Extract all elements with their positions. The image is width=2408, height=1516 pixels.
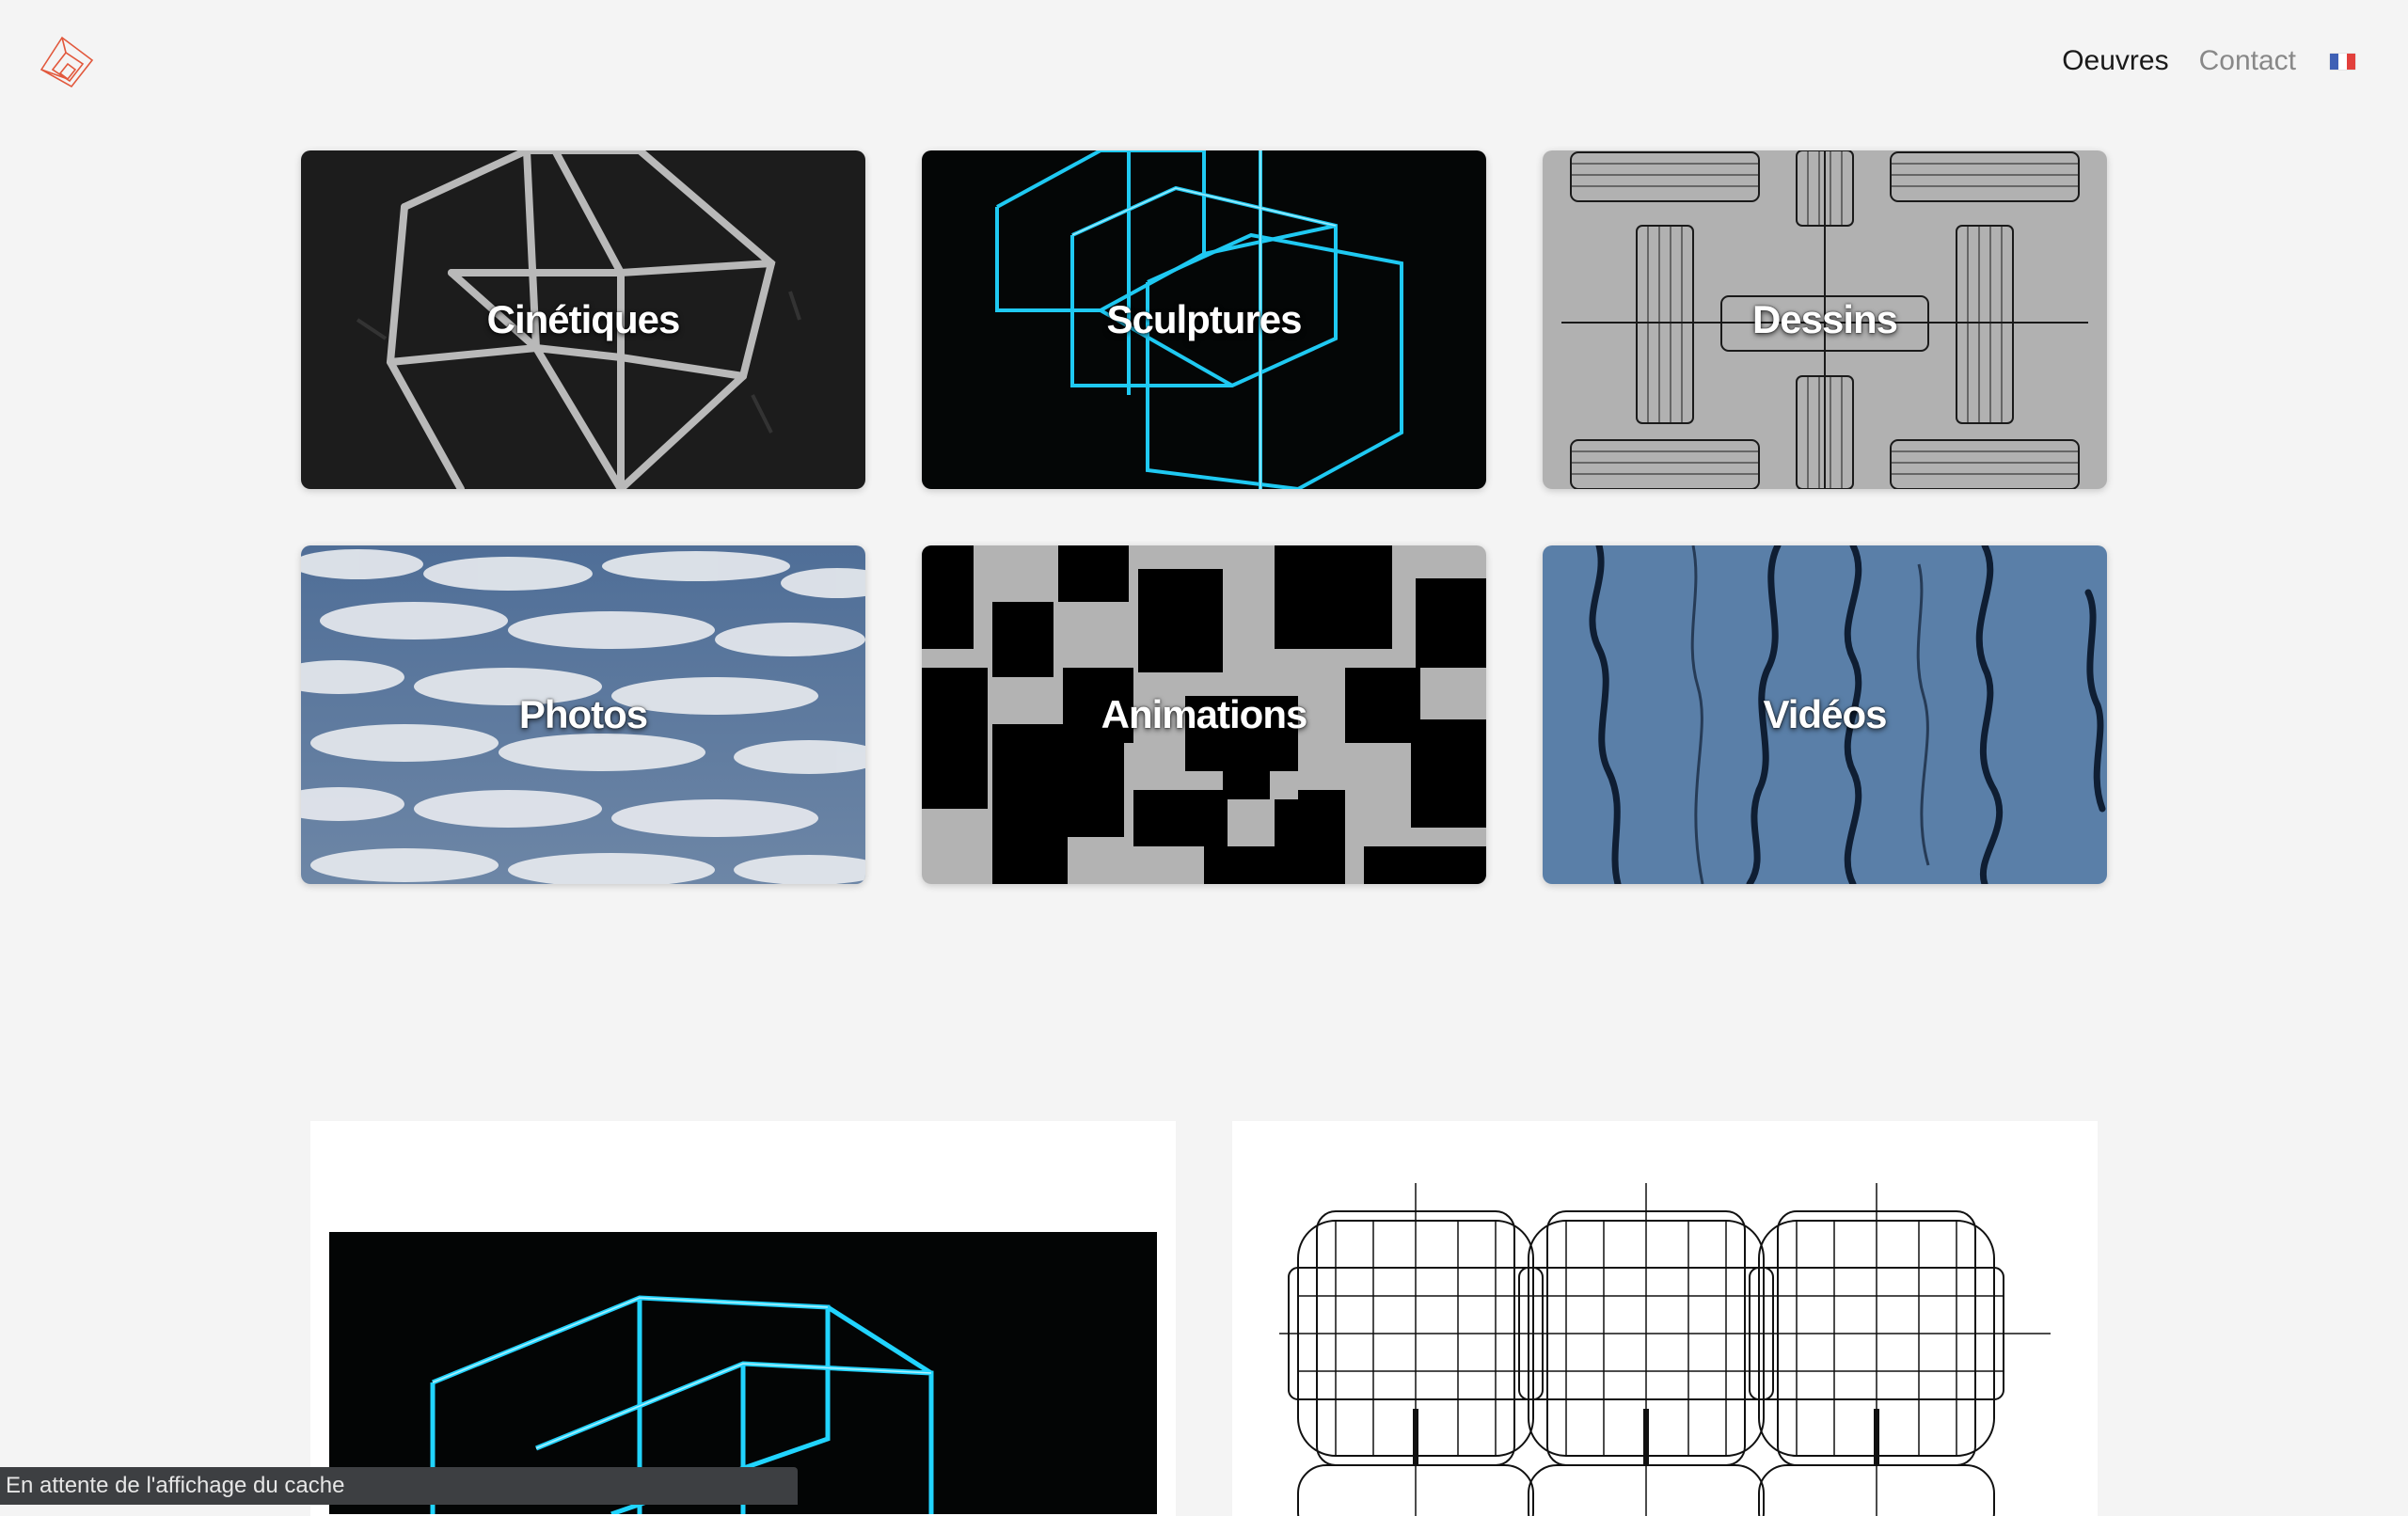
french-flag-icon[interactable] [2330, 53, 2355, 70]
site-logo[interactable] [36, 32, 98, 92]
category-tile-dessins[interactable]: Dessins [1543, 150, 2107, 489]
category-label: Sculptures [1106, 297, 1302, 341]
featured-card-drawing[interactable] [1232, 1121, 2098, 1516]
category-tile-animations[interactable]: Animations [922, 545, 1486, 884]
geometric-logo-icon [40, 36, 94, 88]
nav-contact-link[interactable]: Contact [2199, 45, 2296, 77]
category-label: Photos [518, 692, 648, 736]
category-tile-cinetiques[interactable]: Cinétiques [301, 150, 865, 489]
category-tile-sculptures[interactable]: Sculptures [922, 150, 1486, 489]
main-nav: Oeuvres Contact [2062, 45, 2355, 77]
category-label: Animations [1101, 692, 1308, 736]
nav-oeuvres-link[interactable]: Oeuvres [2062, 45, 2168, 77]
category-tile-videos[interactable]: Vidéos [1543, 545, 2107, 884]
category-label: Dessins [1751, 297, 1898, 341]
category-label: Cinétiques [486, 297, 681, 341]
category-label: Vidéos [1763, 692, 1888, 736]
category-tile-photos[interactable]: Photos [301, 545, 865, 884]
featured-card-sculpture[interactable] [310, 1121, 1176, 1516]
line-grid-preview-image [1279, 1183, 2051, 1516]
browser-status-bar: En attente de l'affichage du cache [0, 1467, 798, 1505]
